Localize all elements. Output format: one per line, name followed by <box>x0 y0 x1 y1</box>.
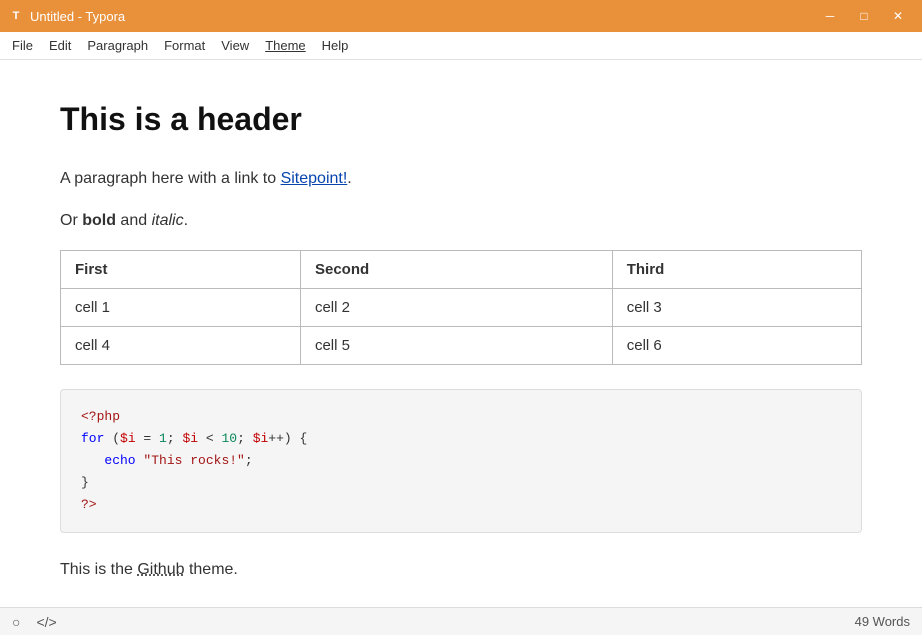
code-semi1: ; <box>167 431 183 446</box>
menu-bar: File Edit Paragraph Format View Theme He… <box>0 32 922 60</box>
github-link: Github <box>137 561 184 578</box>
title-bar-left: T Untitled - Typora <box>8 8 125 24</box>
data-table: First Second Third cell 1 cell 2 cell 3 … <box>60 250 862 365</box>
paragraph-2: Or bold and italic. <box>60 208 862 234</box>
code-lt: < <box>198 431 221 446</box>
code-line-5: ?> <box>81 494 841 516</box>
table-cell-2-3: cell 6 <box>612 326 861 364</box>
footer-paragraph: This is the Github theme. <box>60 557 862 583</box>
status-left: ○ </> <box>12 614 57 630</box>
code-line-1: <?php <box>81 406 841 428</box>
code-semi2: ; <box>237 431 253 446</box>
code-tag-open: <?php <box>81 409 120 424</box>
footer-text-suffix: theme. <box>185 561 238 578</box>
code-var-i3: $i <box>253 431 269 446</box>
code-icon[interactable]: </> <box>36 614 56 630</box>
menu-file[interactable]: File <box>4 34 41 57</box>
word-count: 49 Words <box>855 614 910 629</box>
code-string: "This rocks!" <box>136 453 245 468</box>
italic-text: italic <box>152 212 184 229</box>
bold-text: bold <box>82 212 116 229</box>
code-tag-close: ?> <box>81 497 97 512</box>
code-var-i: $i <box>120 431 136 446</box>
table-cell-2-2: cell 5 <box>300 326 612 364</box>
table-header-third: Third <box>612 250 861 288</box>
code-line-2: for ($i = 1; $i < 10; $i++) { <box>81 428 841 450</box>
code-inc: ++) { <box>268 431 307 446</box>
code-indent <box>81 453 104 468</box>
menu-theme[interactable]: Theme <box>257 34 313 57</box>
window-controls: ─ □ ✕ <box>814 4 914 28</box>
code-semi3: ; <box>245 453 253 468</box>
menu-view[interactable]: View <box>213 34 257 57</box>
paragraph-2-suffix: . <box>184 212 188 229</box>
code-eq: = <box>136 431 159 446</box>
document-heading: This is a header <box>60 100 862 138</box>
table-header-row: First Second Third <box>61 250 862 288</box>
code-plain-2: ( <box>104 431 120 446</box>
paragraph-1: A paragraph here with a link to Sitepoin… <box>60 166 862 192</box>
paragraph-1-prefix: A paragraph here with a link to <box>60 170 281 187</box>
code-line-3: echo "This rocks!"; <box>81 450 841 472</box>
window-title: Untitled - Typora <box>30 9 125 24</box>
paragraph-1-suffix: . <box>347 170 351 187</box>
table-cell-2-1: cell 4 <box>61 326 301 364</box>
paragraph-2-prefix: Or <box>60 212 82 229</box>
code-keyword-for: for <box>81 431 104 446</box>
table-cell-1-1: cell 1 <box>61 288 301 326</box>
table-cell-1-2: cell 2 <box>300 288 612 326</box>
table-cell-1-3: cell 3 <box>612 288 861 326</box>
code-var-i2: $i <box>182 431 198 446</box>
footer-text-prefix: This is the <box>60 561 137 578</box>
menu-edit[interactable]: Edit <box>41 34 79 57</box>
code-line-4: } <box>81 472 841 494</box>
title-bar: T Untitled - Typora ─ □ ✕ <box>0 0 922 32</box>
table-header-first: First <box>61 250 301 288</box>
menu-format[interactable]: Format <box>156 34 213 57</box>
minimize-button[interactable]: ─ <box>814 4 846 28</box>
status-bar: ○ </> 49 Words <box>0 607 922 635</box>
content-area: This is a header A paragraph here with a… <box>0 60 922 607</box>
code-num-10: 10 <box>221 431 237 446</box>
code-num-1: 1 <box>159 431 167 446</box>
code-block: <?php for ($i = 1; $i < 10; $i++) { echo… <box>60 389 862 533</box>
circle-icon[interactable]: ○ <box>12 614 20 630</box>
close-button[interactable]: ✕ <box>882 4 914 28</box>
app-icon: T <box>8 8 24 24</box>
paragraph-2-mid: and <box>116 212 152 229</box>
table-header-second: Second <box>300 250 612 288</box>
code-brace-close: } <box>81 475 89 490</box>
code-keyword-echo: echo <box>104 453 135 468</box>
table-row: cell 4 cell 5 cell 6 <box>61 326 862 364</box>
table-row: cell 1 cell 2 cell 3 <box>61 288 862 326</box>
maximize-button[interactable]: □ <box>848 4 880 28</box>
menu-help[interactable]: Help <box>314 34 357 57</box>
sitepoint-link[interactable]: Sitepoint! <box>281 170 348 187</box>
menu-paragraph[interactable]: Paragraph <box>79 34 156 57</box>
